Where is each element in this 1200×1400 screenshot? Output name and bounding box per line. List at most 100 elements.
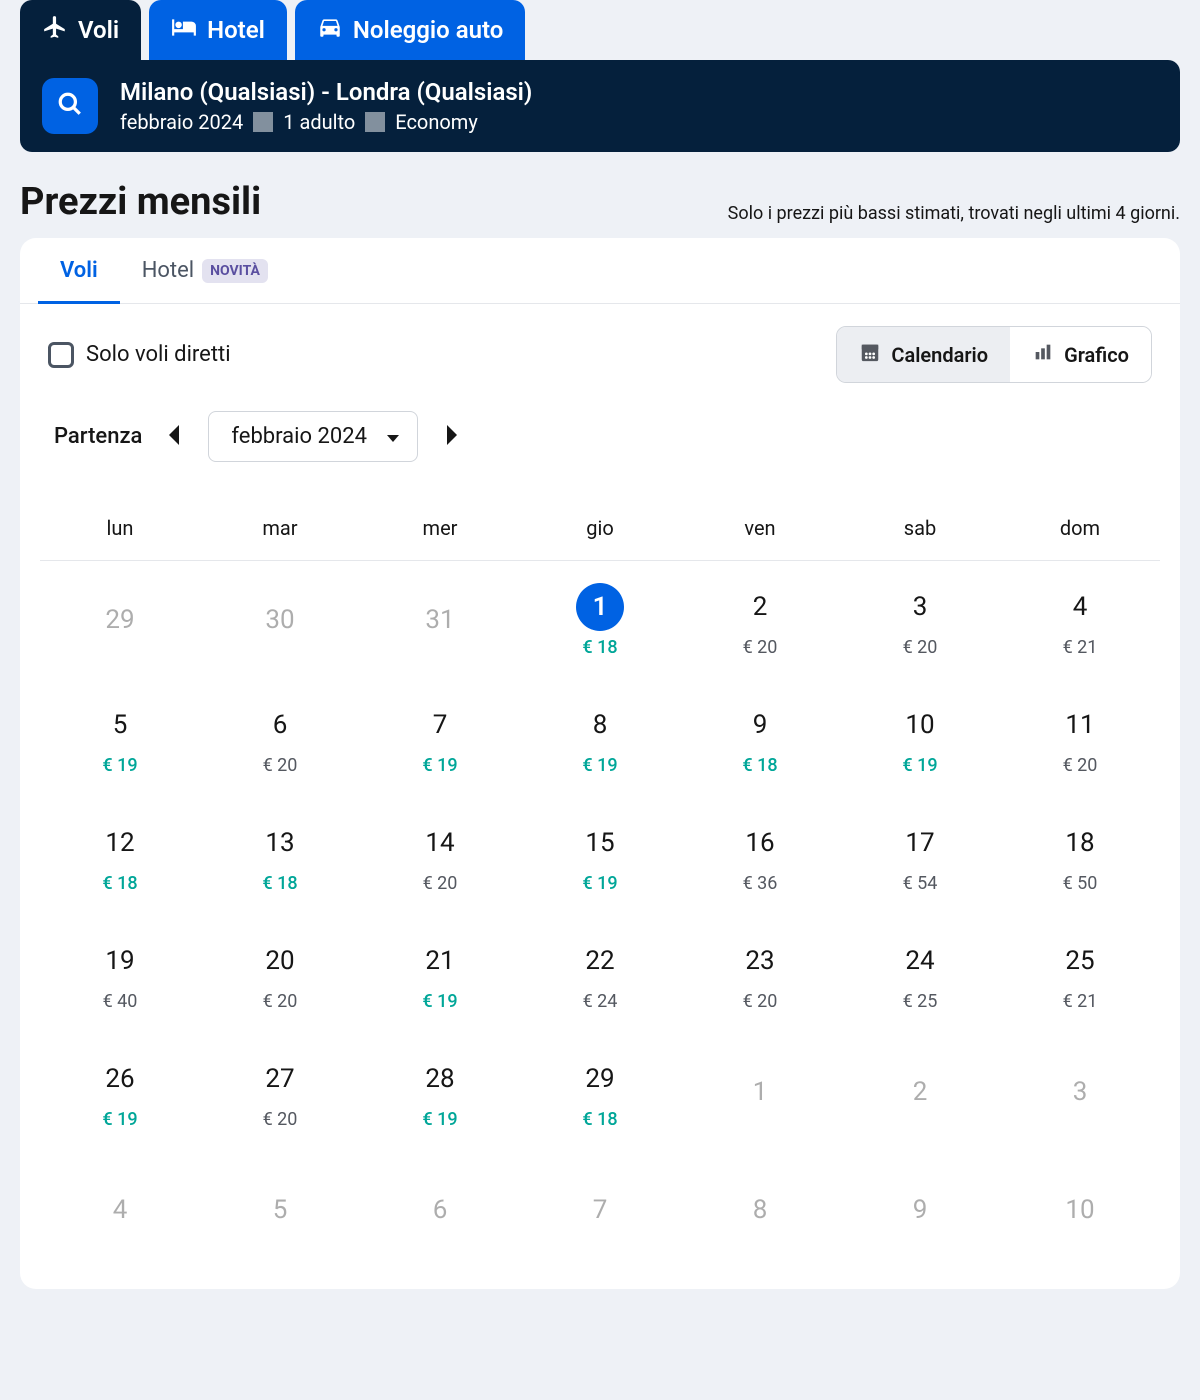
day-number: 9	[736, 701, 784, 749]
calendar-day[interactable]: 21€ 19	[360, 915, 520, 1033]
calendar-day[interactable]: 6€ 20	[200, 679, 360, 797]
search-cabin: Economy	[385, 110, 488, 134]
calendar-day: 7	[520, 1151, 680, 1269]
search-button[interactable]	[42, 78, 98, 134]
inner-tabs: Voli Hotel NOVITÀ	[20, 238, 1180, 304]
search-info[interactable]: Milano (Qualsiasi) - Londra (Qualsiasi) …	[120, 78, 532, 134]
day-price: € 19	[582, 755, 617, 776]
day-number: 20	[256, 937, 304, 985]
prev-month-button[interactable]	[160, 422, 190, 452]
day-number: 13	[256, 819, 304, 867]
calendar-day[interactable]: 24€ 25	[840, 915, 1000, 1033]
month-select-value: febbraio 2024	[231, 424, 367, 449]
day-price: € 20	[903, 637, 938, 658]
day-number: 1	[576, 583, 624, 631]
calendar-day[interactable]: 29€ 18	[520, 1033, 680, 1151]
bed-icon	[171, 14, 197, 46]
calendar-day[interactable]: 27€ 20	[200, 1033, 360, 1151]
calendar-day: 10	[1000, 1151, 1160, 1269]
day-price: € 21	[1063, 991, 1098, 1012]
calendar-day: 6	[360, 1151, 520, 1269]
inner-tab-hotels[interactable]: Hotel NOVITÀ	[120, 238, 290, 303]
search-pax: 1 adulto	[273, 110, 365, 134]
month-select[interactable]: febbraio 2024	[208, 411, 418, 462]
view-toggle: Calendario Grafico	[836, 326, 1152, 383]
view-chart-button[interactable]: Grafico	[1010, 327, 1151, 382]
nav-tab-cars[interactable]: Noleggio auto	[295, 0, 525, 60]
calendar-day[interactable]: 3€ 20	[840, 561, 1000, 679]
day-price: € 25	[903, 991, 938, 1012]
direct-only-toggle[interactable]: Solo voli diretti	[48, 342, 231, 368]
day-number: 10	[896, 701, 944, 749]
calendar-day[interactable]: 7€ 19	[360, 679, 520, 797]
calendar-day[interactable]: 22€ 24	[520, 915, 680, 1033]
day-number: 4	[1056, 583, 1104, 631]
day-price: € 20	[263, 1109, 298, 1130]
calendar-day[interactable]: 11€ 20	[1000, 679, 1160, 797]
calendar-day[interactable]: 28€ 19	[360, 1033, 520, 1151]
day-number: 7	[576, 1186, 624, 1234]
page-header: Prezzi mensili Solo i prezzi più bassi s…	[0, 152, 1200, 238]
checkbox-icon	[48, 342, 74, 368]
divider	[365, 112, 385, 132]
car-icon	[317, 14, 343, 46]
day-number: 2	[896, 1068, 944, 1116]
day-number: 3	[1056, 1068, 1104, 1116]
day-number: 29	[96, 596, 144, 644]
day-price: € 19	[582, 873, 617, 894]
calendar-day[interactable]: 12€ 18	[40, 797, 200, 915]
calendar-day[interactable]: 8€ 19	[520, 679, 680, 797]
calendar-day[interactable]: 4€ 21	[1000, 561, 1160, 679]
calendar-day[interactable]: 2€ 20	[680, 561, 840, 679]
calendar-day[interactable]: 25€ 21	[1000, 915, 1160, 1033]
day-number: 18	[1056, 819, 1104, 867]
calendar-day[interactable]: 26€ 19	[40, 1033, 200, 1151]
weekday-label: ven	[680, 516, 840, 540]
calendar-day: 2	[840, 1033, 1000, 1151]
day-number: 4	[96, 1186, 144, 1234]
day-price: € 18	[262, 873, 297, 894]
calendar-day[interactable]: 14€ 20	[360, 797, 520, 915]
day-price: € 54	[903, 873, 938, 894]
day-price: € 20	[423, 873, 458, 894]
nav-tab-flights-label: Voli	[78, 16, 119, 44]
plane-icon	[42, 14, 68, 46]
day-number: 28	[416, 1055, 464, 1103]
calendar-day[interactable]: 19€ 40	[40, 915, 200, 1033]
day-number: 31	[416, 596, 464, 644]
weekday-label: gio	[520, 516, 680, 540]
calendar-day[interactable]: 18€ 50	[1000, 797, 1160, 915]
calendar-day[interactable]: 10€ 19	[840, 679, 1000, 797]
day-number: 29	[576, 1055, 624, 1103]
calendar-day[interactable]: 15€ 19	[520, 797, 680, 915]
weekday-label: dom	[1000, 516, 1160, 540]
calendar-day[interactable]: 13 € 18	[200, 797, 360, 915]
day-number: 6	[416, 1186, 464, 1234]
calendar-day[interactable]: 23€ 20	[680, 915, 840, 1033]
search-summary-bar: Milano (Qualsiasi) - Londra (Qualsiasi) …	[20, 60, 1180, 152]
day-number: 11	[1056, 701, 1104, 749]
nav-tab-hotels[interactable]: Hotel	[149, 0, 287, 60]
page-subtitle: Solo i prezzi più bassi stimati, trovati…	[728, 203, 1180, 224]
chevron-right-icon	[443, 425, 459, 449]
calendar-day[interactable]: 16€ 36	[680, 797, 840, 915]
calendar-day[interactable]: 9€ 18	[680, 679, 840, 797]
day-number: 30	[256, 596, 304, 644]
calendar-day: 5	[200, 1151, 360, 1269]
nav-tab-flights[interactable]: Voli	[20, 0, 141, 60]
next-month-button[interactable]	[436, 422, 466, 452]
day-number: 16	[736, 819, 784, 867]
day-number: 21	[416, 937, 464, 985]
day-number: 17	[896, 819, 944, 867]
view-calendar-button[interactable]: Calendario	[837, 327, 1010, 382]
day-price: € 19	[102, 1109, 137, 1130]
inner-tab-flights[interactable]: Voli	[38, 238, 120, 303]
calendar-day[interactable]: 20€ 20	[200, 915, 360, 1033]
calendar-day[interactable]: 1 € 18	[520, 561, 680, 679]
day-price: € 18	[582, 637, 617, 658]
calendar-day[interactable]: 17 € 54	[840, 797, 1000, 915]
inner-tab-hotels-label: Hotel	[142, 258, 194, 283]
search-icon	[57, 91, 83, 121]
chevron-left-icon	[167, 425, 183, 449]
calendar-day[interactable]: 5€ 19	[40, 679, 200, 797]
